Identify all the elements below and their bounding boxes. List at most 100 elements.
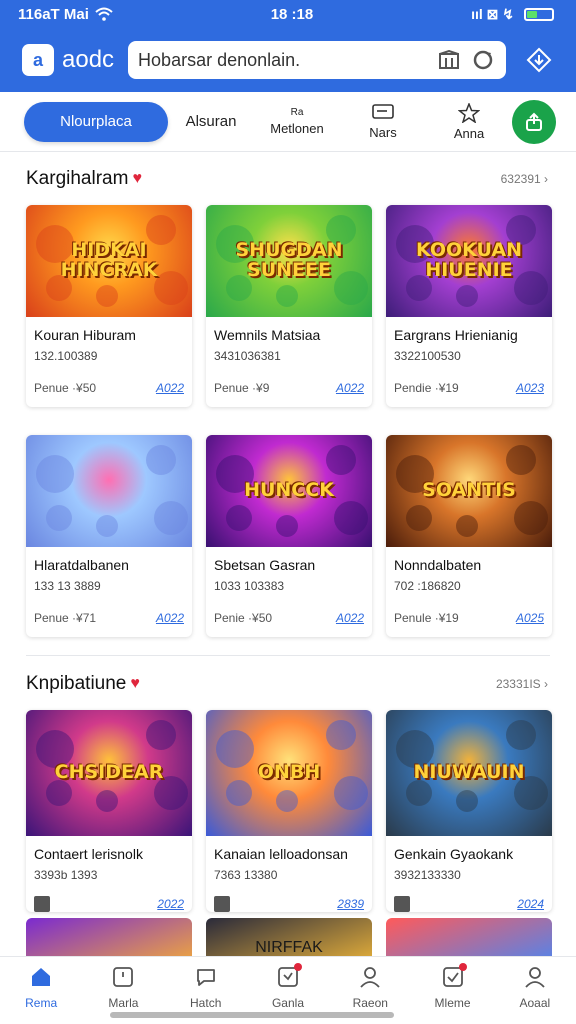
status-clock: 18 :18 bbox=[270, 5, 314, 23]
game-thumbnail[interactable]: HUNCCK bbox=[206, 435, 372, 547]
artwork-shape bbox=[326, 445, 356, 475]
tab-label: Metlonen bbox=[270, 121, 324, 136]
game-art-title: SOANTIS bbox=[422, 479, 516, 502]
section-title-text: Kargihalram bbox=[26, 168, 129, 189]
game-thumbnail[interactable]: KOOKUAN HIUENIE bbox=[386, 205, 552, 317]
game-thumbnail-peek[interactable] bbox=[386, 918, 552, 956]
game-card[interactable]: HUNCCK Sbetsan Gasran 1033 103383 Penie ·¥5… bbox=[206, 435, 372, 637]
artwork-shape bbox=[456, 515, 478, 537]
library-icon[interactable] bbox=[436, 47, 462, 73]
category-tabs: Nlourplaca Alsuran Ra Metlonen Nars Anna bbox=[0, 92, 576, 152]
artwork-shape bbox=[406, 780, 432, 806]
search-input[interactable] bbox=[138, 49, 428, 71]
tab-alsuran[interactable]: Alsuran bbox=[168, 113, 254, 130]
game-grid: CHSIDEAR Contaert lerisnolk 3393b 1393 2022… bbox=[0, 710, 576, 912]
game-name: Genkain Gyaokank bbox=[394, 846, 514, 862]
wifi-icon bbox=[95, 7, 113, 21]
game-thumbnail[interactable]: SHUGDAN SUNEEE bbox=[206, 205, 372, 317]
year-link[interactable]: 2022 bbox=[157, 897, 184, 911]
main-content: Kargihalram ♥ 632391 › HIDKAI HINCRAK Kou… bbox=[0, 153, 576, 956]
game-card[interactable]: HIDKAI HINCRAK Kouran Hiburam 132.100389 Pe… bbox=[26, 205, 192, 407]
tab-sub-label: Ra bbox=[290, 107, 304, 118]
game-grid: HIDKAI HINCRAK Kouran Hiburam 132.100389 Pe… bbox=[0, 205, 576, 637]
game-thumbnail[interactable]: ONBH bbox=[206, 710, 372, 836]
game-art-title: SHUGDAN SUNEEE bbox=[235, 239, 343, 281]
game-card[interactable]: SOANTIS Nonndalbaten 702 :186820 Penule ·¥1… bbox=[386, 435, 552, 637]
artwork-shape bbox=[276, 285, 298, 307]
year-link[interactable]: 2024 bbox=[517, 897, 544, 911]
year-link[interactable]: 2839 bbox=[337, 897, 364, 911]
app-logo[interactable]: a aodc bbox=[22, 44, 114, 76]
nav-label: Raeon bbox=[352, 996, 388, 1010]
artwork-shape bbox=[514, 501, 548, 535]
tab-nars[interactable]: Nars bbox=[340, 103, 426, 140]
game-card[interactable]: ONBH Kanaian lelloadonsan 7363 13380 2839 bbox=[206, 710, 372, 912]
nav-label: Ganla bbox=[271, 996, 304, 1010]
grid-icon bbox=[111, 965, 135, 992]
artwork-shape bbox=[154, 271, 188, 305]
artwork-shape bbox=[226, 780, 252, 806]
artwork-shape bbox=[334, 776, 368, 810]
year-link[interactable]: A022 bbox=[336, 611, 364, 625]
game-thumbnail[interactable]: CHSIDEAR bbox=[26, 710, 192, 836]
game-thumbnail[interactable]: NIUWAUIN bbox=[386, 710, 552, 836]
section-title: Kargihalram ♥ bbox=[26, 168, 142, 190]
tab-primary[interactable]: Nlourplaca bbox=[24, 101, 168, 142]
card-footer: 2839 bbox=[206, 882, 372, 912]
share-icon bbox=[526, 112, 542, 131]
nav-item-mleme[interactable]: Mleme bbox=[411, 957, 493, 1024]
nav-item-aoaal[interactable]: Aoaal bbox=[494, 957, 576, 1024]
artwork-shape bbox=[326, 720, 356, 750]
account-icon bbox=[523, 965, 547, 992]
game-art-title: HIDKAI HINCRAK bbox=[60, 239, 158, 281]
game-art-title: HUNCCK bbox=[244, 479, 334, 502]
year-link[interactable]: A022 bbox=[336, 381, 364, 395]
game-name: Nonndalbaten bbox=[394, 557, 482, 573]
download-icon[interactable] bbox=[520, 41, 558, 79]
game-card[interactable]: Hlaratdalbanen 133 13 3889 Penue ·¥71 A022 bbox=[26, 435, 192, 637]
game-thumbnail-peek[interactable]: NIRFFAK bbox=[206, 918, 372, 956]
status-left: 116aT Mai bbox=[18, 6, 113, 23]
tab-metlonen[interactable]: Ra Metlonen bbox=[254, 107, 340, 136]
nav-item-rema[interactable]: Rema bbox=[0, 957, 82, 1024]
battery-icon bbox=[523, 7, 554, 21]
tab-anna[interactable]: Anna bbox=[426, 102, 512, 141]
search-bar[interactable] bbox=[128, 41, 506, 79]
game-card[interactable]: CHSIDEAR Contaert lerisnolk 3393b 1393 2022 bbox=[26, 710, 192, 912]
game-card[interactable]: KOOKUAN HIUENIE Eargrans Hrienianig 332210… bbox=[386, 205, 552, 407]
top-bar: 116aT Mai 18 :18 ııl ⊠ ↯ a aodc bbox=[0, 0, 576, 92]
game-card[interactable]: NIUWAUIN Genkain Gyaokank 3932133330 2024 bbox=[386, 710, 552, 912]
price-label: Penue ·¥9 bbox=[214, 381, 270, 395]
artwork-shape bbox=[276, 790, 298, 812]
game-thumbnail[interactable] bbox=[26, 435, 192, 547]
year-link[interactable]: A023 bbox=[516, 381, 544, 395]
game-card[interactable]: SHUGDAN SUNEEE Wemnils Matsiaa 3431036381 P… bbox=[206, 205, 372, 407]
artwork-shape bbox=[46, 505, 72, 531]
section-header: Kargihalram ♥ 632391 › bbox=[0, 153, 576, 205]
game-id: 7363 13380 bbox=[214, 868, 278, 882]
game-thumbnail-peek[interactable] bbox=[26, 918, 192, 956]
year-link[interactable]: A025 bbox=[516, 611, 544, 625]
game-thumbnail[interactable]: HIDKAI HINCRAK bbox=[26, 205, 192, 317]
artwork-shape bbox=[226, 505, 252, 531]
artwork-shape bbox=[216, 730, 254, 768]
save-icon[interactable] bbox=[394, 896, 410, 912]
section-see-all[interactable]: 632391 › bbox=[501, 172, 548, 186]
price-label: Penue ·¥50 bbox=[34, 381, 97, 395]
year-link[interactable]: A022 bbox=[156, 611, 184, 625]
game-art-title: KOOKUAN HIUENIE bbox=[415, 239, 522, 281]
game-id: 1033 103383 bbox=[214, 579, 285, 593]
game-art-title: NIUWAUIN bbox=[413, 761, 525, 784]
status-bar: 116aT Mai 18 :18 ııl ⊠ ↯ bbox=[0, 0, 576, 28]
price-label: Pendie ·¥19 bbox=[394, 381, 459, 395]
share-fab-button[interactable] bbox=[512, 99, 556, 144]
year-link[interactable]: A022 bbox=[156, 381, 184, 395]
refresh-icon[interactable] bbox=[470, 47, 496, 73]
section-see-all[interactable]: 23331IS › bbox=[496, 677, 548, 691]
save-icon[interactable] bbox=[214, 896, 230, 912]
save-icon[interactable] bbox=[34, 896, 50, 912]
card-footer: Penue ·¥50 A022 bbox=[26, 363, 192, 395]
nav-label: Rema bbox=[25, 996, 58, 1010]
game-art-title: ONBH bbox=[257, 761, 321, 784]
game-thumbnail[interactable]: SOANTIS bbox=[386, 435, 552, 547]
